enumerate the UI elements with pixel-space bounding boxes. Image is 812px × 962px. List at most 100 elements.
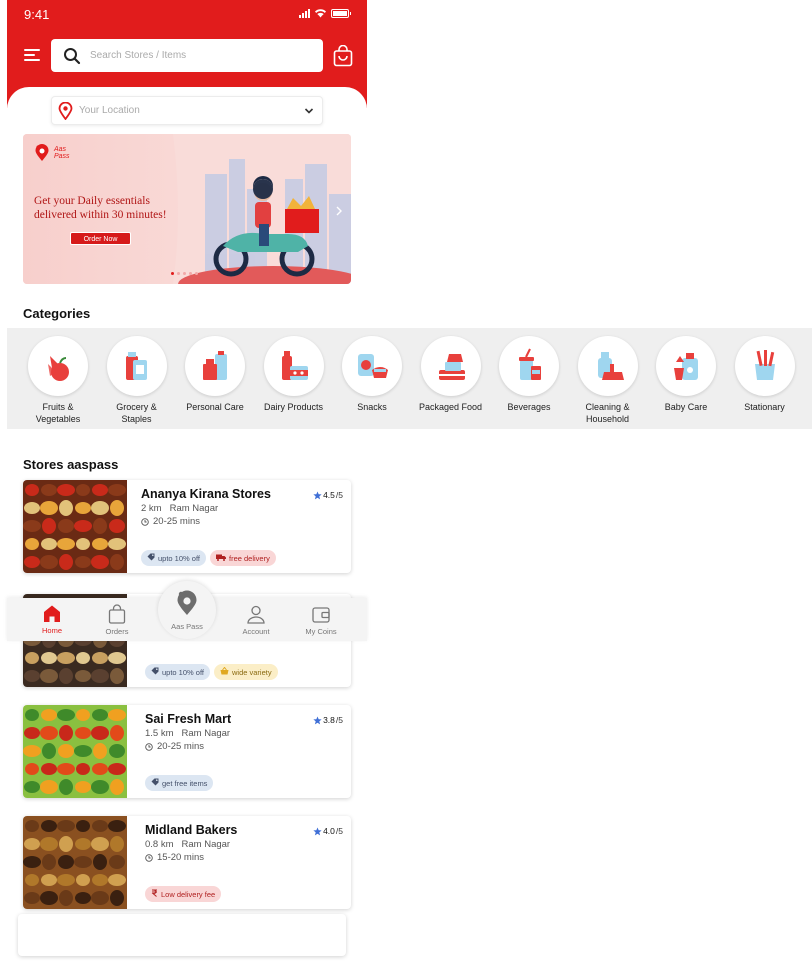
- category-item[interactable]: Fruits & Vegetables: [20, 336, 96, 425]
- store-distance: 2 km: [141, 503, 162, 514]
- store-area: Ram Nagar: [181, 728, 231, 739]
- store-area: Ram Nagar: [181, 839, 231, 850]
- store-meta: 1.5 km Ram Nagar: [145, 728, 238, 739]
- store-delivery-time: 20-25 mins: [145, 741, 204, 752]
- category-circle: [28, 336, 88, 396]
- store-card[interactable]: Midland Bakers 4.0/5 0.8 km Ram Nagar 15-20 …: [23, 816, 351, 909]
- store-image: [23, 480, 127, 573]
- promo-banner[interactable]: Aas Pass Get your Daily essentials deliv…: [23, 134, 351, 284]
- category-label: Grocery & Staples: [116, 402, 157, 424]
- carousel-dot[interactable]: [189, 272, 192, 275]
- store-tags: upto 10% off wide variety: [145, 664, 278, 680]
- discount-tag-icon: [147, 553, 155, 563]
- store-area: Ram Nagar: [169, 503, 219, 514]
- carousel-dot[interactable]: [195, 272, 198, 275]
- category-item[interactable]: Stationary: [727, 336, 803, 413]
- category-item[interactable]: Cleaning & Household: [570, 336, 646, 425]
- category-circle: [420, 336, 481, 396]
- bottom-navigation: Home Orders Aas Pass Account My Coins: [7, 581, 367, 641]
- nav-aaspass-label: Aas Pass: [171, 622, 203, 631]
- category-item[interactable]: Baby Care: [648, 336, 724, 413]
- star-icon: [313, 826, 322, 835]
- category-item[interactable]: Personal Care: [177, 336, 253, 413]
- categories-title: Categories: [23, 306, 91, 321]
- nav-coins-label: My Coins: [305, 627, 337, 636]
- store-tags: Low delivery fee: [145, 886, 222, 902]
- category-item[interactable]: Dairy Products: [256, 336, 332, 413]
- battery-icon: [331, 8, 351, 18]
- store-card-placeholder[interactable]: [18, 914, 346, 956]
- wifi-icon: [315, 9, 326, 18]
- nav-aaspass[interactable]: Aas Pass: [158, 581, 216, 639]
- carousel-dot[interactable]: [177, 272, 180, 275]
- nav-coins[interactable]: My Coins: [291, 604, 351, 636]
- store-rating: 4.0/5: [313, 826, 343, 836]
- category-circle: [734, 336, 795, 396]
- category-item[interactable]: Beverages: [491, 336, 567, 413]
- truck-icon: [215, 554, 226, 563]
- carousel-dot[interactable]: [171, 272, 174, 275]
- store-distance: 0.8 km: [145, 839, 174, 850]
- chevron-right-icon[interactable]: [336, 206, 342, 216]
- store-delivery-time: 20-25 mins: [141, 516, 200, 527]
- store-rating: 3.8/5: [313, 715, 343, 725]
- status-time: 9:41: [24, 7, 50, 22]
- shopping-bag-icon[interactable]: [333, 45, 353, 67]
- nav-orders[interactable]: Orders: [87, 604, 147, 636]
- order-now-button[interactable]: Order Now: [70, 232, 131, 245]
- search-icon: [64, 47, 81, 64]
- category-circle: [106, 336, 167, 396]
- star-icon: [313, 715, 322, 724]
- banner-headline: Get your Daily essentials delivered with…: [34, 195, 167, 221]
- stores-title: Stores aaspass: [23, 457, 119, 472]
- category-circle: [499, 336, 559, 396]
- location-pin-icon: [58, 101, 73, 120]
- packaged-food-icon: [438, 354, 465, 380]
- category-label: Snacks: [357, 402, 387, 412]
- search-input[interactable]: [90, 50, 310, 61]
- basket-icon: [220, 666, 229, 677]
- category-item[interactable]: Packaged Food: [413, 336, 489, 413]
- carousel-dots: [171, 272, 198, 275]
- stationary-icon: [754, 350, 775, 380]
- home-icon: [44, 605, 60, 622]
- store-card[interactable]: Ananya Kirana Stores 4.5/5 2 km Ram Nagar 20…: [23, 480, 351, 573]
- nav-account[interactable]: Account: [226, 604, 286, 636]
- fruits-icon: [48, 356, 69, 381]
- rupee-icon: [151, 889, 158, 899]
- category-circle: [342, 336, 402, 396]
- category-label: Baby Care: [664, 402, 708, 412]
- store-meta: 2 km Ram Nagar: [141, 503, 226, 514]
- store-tag: free delivery: [209, 550, 276, 566]
- store-name: Ananya Kirana Stores: [141, 487, 271, 501]
- category-item[interactable]: Grocery & Staples: [99, 336, 175, 425]
- discount-tag-icon: [151, 667, 159, 677]
- store-image: [23, 705, 127, 798]
- category-circle: [263, 336, 324, 396]
- menu-icon[interactable]: [24, 49, 40, 61]
- nav-account-label: Account: [242, 627, 270, 636]
- search-bar[interactable]: [51, 39, 323, 72]
- category-circle: [185, 336, 245, 396]
- user-icon: [247, 605, 265, 624]
- signal-icon: [299, 8, 310, 18]
- store-name: Midland Bakers: [145, 823, 238, 837]
- grocery-icon: [125, 352, 147, 380]
- orders-bag-icon: [108, 604, 126, 624]
- nav-home[interactable]: Home: [22, 604, 82, 635]
- star-icon: [313, 490, 322, 499]
- location-selector[interactable]: Your Location: [51, 96, 323, 125]
- store-rating: 4.5/5: [313, 490, 343, 500]
- beverages-icon: [519, 348, 541, 380]
- store-meta: 0.8 km Ram Nagar: [145, 839, 238, 850]
- category-label: Dairy Products: [263, 402, 324, 412]
- carousel-dot[interactable]: [183, 272, 186, 275]
- store-tag: get free items: [145, 775, 214, 791]
- cleaning-icon: [597, 352, 624, 380]
- category-item[interactable]: Snacks: [334, 336, 410, 413]
- store-card[interactable]: Sai Fresh Mart 3.8/5 1.5 km Ram Nagar 20-25 …: [23, 705, 351, 798]
- discount-tag-icon: [151, 778, 159, 788]
- store-distance: 1.5 km: [145, 728, 174, 739]
- status-icons: [299, 8, 351, 18]
- category-label: Packaged Food: [418, 402, 483, 412]
